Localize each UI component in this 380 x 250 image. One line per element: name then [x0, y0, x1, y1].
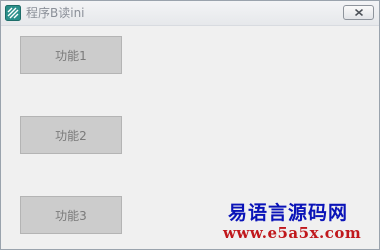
app-window: 程序B读ini 功能1 功能2 功能3 易语言源码网 www.e5a5x.com: [0, 0, 380, 250]
function-1-button[interactable]: 功能1: [20, 36, 122, 74]
window-title: 程序B读ini: [26, 6, 85, 20]
close-icon: [355, 9, 363, 16]
function-2-button[interactable]: 功能2: [20, 116, 122, 154]
app-icon: [5, 5, 21, 21]
function-3-button[interactable]: 功能3: [20, 196, 122, 234]
watermark-title: 易语言源码网: [227, 202, 348, 224]
watermark-url: www.e5a5x.com: [223, 224, 362, 242]
title-bar[interactable]: 程序B读ini: [1, 1, 379, 26]
watermark: 易语言源码网 www.e5a5x.com: [223, 202, 362, 242]
close-button[interactable]: [343, 5, 374, 20]
